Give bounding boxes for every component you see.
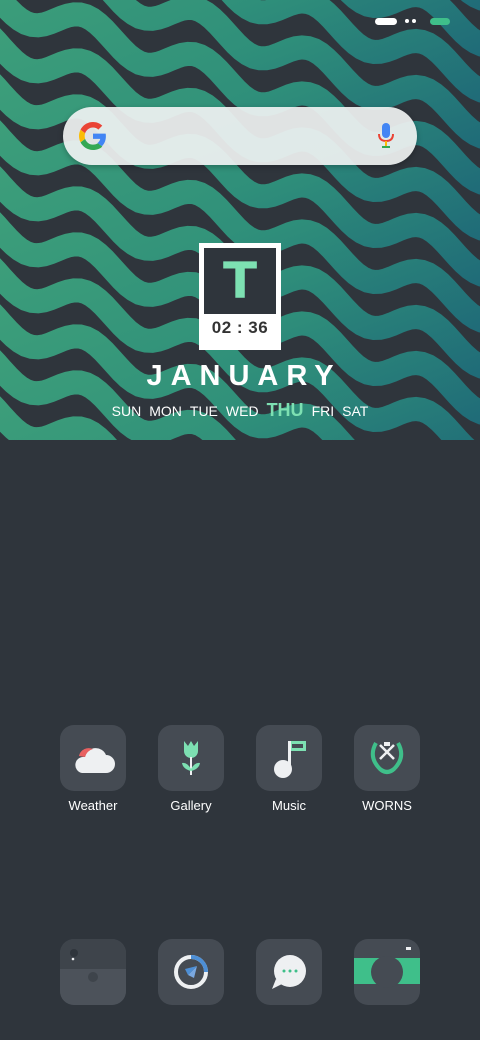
dock-messages[interactable] (249, 939, 329, 1005)
app-worns[interactable]: WORNS (347, 725, 427, 813)
camera-icon (354, 939, 420, 1005)
search-input[interactable] (123, 117, 367, 157)
weekday-row: SUN MON TUE WED THU FRI SAT (0, 400, 480, 421)
status-bar (375, 16, 450, 26)
laurel-emblem-icon (354, 725, 420, 791)
dock-wallet[interactable] (53, 939, 133, 1005)
google-logo-icon (79, 122, 106, 150)
clock-time: 02 : 36 (211, 318, 269, 337)
weekday-sun: SUN (111, 403, 142, 419)
day-letter-box: T (204, 248, 276, 314)
tulip-icon (158, 725, 224, 791)
day-letter: T (222, 252, 258, 310)
signal-icon (375, 17, 397, 25)
dock-camera[interactable] (347, 939, 427, 1005)
weekday-mon: MON (149, 403, 182, 419)
more-dots-icon (405, 19, 416, 23)
battery-icon (430, 17, 450, 25)
browser-icon (158, 939, 224, 1005)
app-label: Weather (68, 798, 118, 813)
wallet-icon (60, 939, 126, 1005)
app-label: Music (272, 798, 306, 813)
messages-icon (256, 939, 322, 1005)
app-music[interactable]: Music (249, 725, 329, 813)
calendar-widget[interactable]: T 02 : 36 (199, 243, 281, 350)
music-note-icon (256, 725, 322, 791)
weather-icon (60, 725, 126, 791)
app-gallery[interactable]: Gallery (151, 725, 231, 813)
google-search-bar[interactable] (63, 107, 417, 165)
month-label: JANUARY (146, 360, 342, 392)
weekday-sat: SAT (342, 403, 369, 419)
app-weather[interactable]: Weather (53, 725, 133, 813)
dock-browser[interactable] (151, 939, 231, 1005)
weekday-wed: WED (225, 403, 259, 419)
weekday-tue: TUE (189, 403, 218, 419)
microphone-icon[interactable] (377, 121, 395, 151)
weekday-fri: FRI (311, 403, 335, 419)
app-label: WORNS (362, 798, 412, 813)
app-label: Gallery (170, 798, 212, 813)
weekday-thu: THU (266, 400, 304, 420)
